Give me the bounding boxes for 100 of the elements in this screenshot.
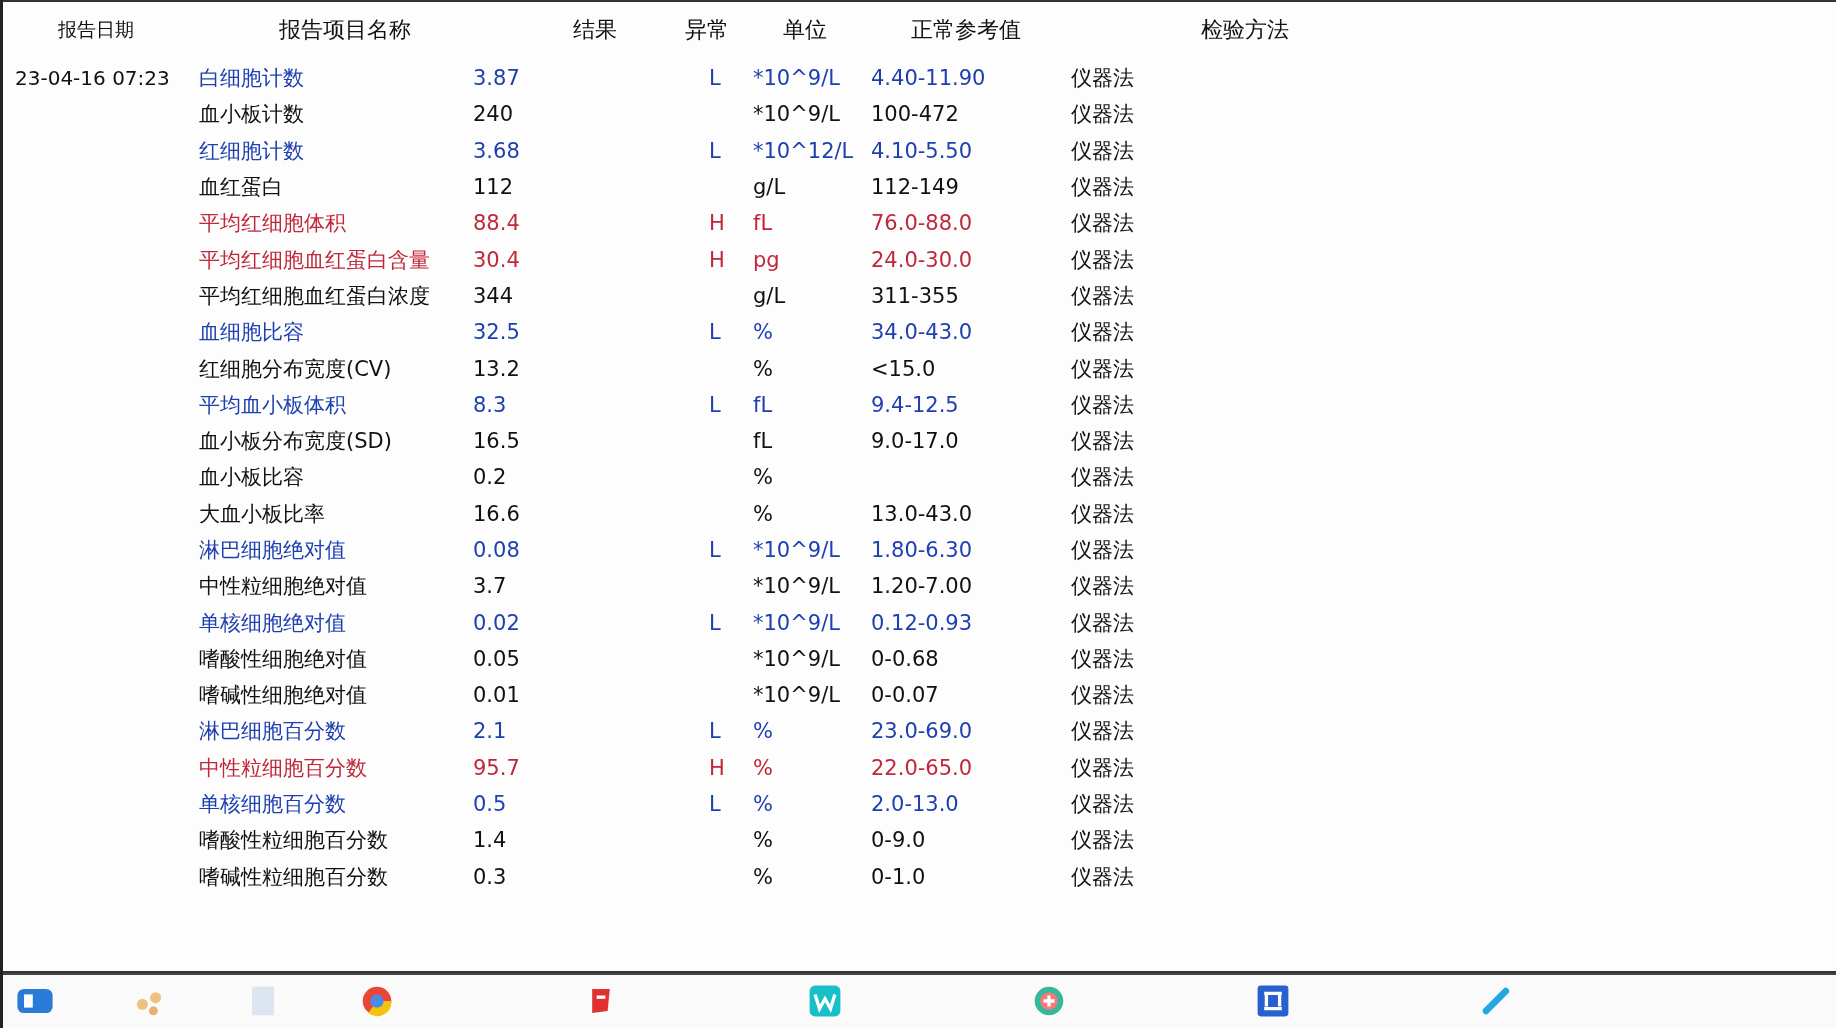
- table-cell: 单核细胞百分数: [199, 792, 346, 817]
- table-cell: 76.0-88.0: [871, 211, 973, 236]
- table-cell: *10^12/L: [753, 138, 854, 163]
- table-cell: 血小板计数: [199, 102, 304, 127]
- table-cell: 仪器法: [1071, 538, 1134, 562]
- table-cell: %: [753, 465, 773, 490]
- table-cell: 4.10-5.50: [871, 138, 973, 163]
- table-cell: 仪器法: [1071, 792, 1134, 817]
- table-cell: 仪器法: [1071, 719, 1134, 744]
- table-cell: 0.05: [473, 646, 520, 671]
- table-cell: 16.6: [473, 501, 520, 526]
- table-cell: 2.1: [473, 719, 507, 744]
- table-cell: 仪器法: [1071, 247, 1134, 272]
- table-cell: 嗜酸性细胞绝对值: [199, 646, 367, 671]
- table-cell: <15.0: [871, 356, 936, 381]
- table-cell: 中性粒细胞百分数: [199, 755, 367, 780]
- table-cell: 112-149: [871, 175, 959, 200]
- table-cell: 血细胞比容: [199, 320, 304, 345]
- table-cell: *10^9/L: [753, 646, 840, 671]
- table-cell: %: [753, 755, 773, 780]
- table-cell: 单核细胞绝对值: [199, 610, 346, 635]
- table-cell: 血红蛋白: [199, 175, 283, 200]
- column-header: 异常: [685, 16, 729, 44]
- table-cell: 112: [473, 175, 514, 200]
- table-cell: 9.0-17.0: [871, 429, 959, 454]
- table-cell: 0.2: [473, 465, 507, 490]
- table-cell: 24.0-30.0: [871, 247, 973, 272]
- table-cell: 311-355: [871, 283, 959, 308]
- table-cell: 仪器法: [1071, 66, 1134, 91]
- table-cell: 仪器法: [1071, 683, 1134, 708]
- table-cell-text: 23-04-16 07:23: [14, 66, 170, 91]
- table-cell: L: [709, 320, 721, 345]
- table-cell: 淋巴细胞绝对值: [199, 538, 346, 562]
- table-cell: 平均红细胞体积: [199, 211, 346, 236]
- column-header: 检验方法: [1200, 16, 1289, 44]
- table-cell: 平均血小板体积: [199, 392, 346, 417]
- table-cell: *10^9/L: [753, 102, 840, 127]
- table-cell: 88.4: [473, 211, 520, 236]
- table-cell: %: [753, 501, 773, 526]
- table-cell: H: [709, 247, 725, 272]
- table-cell: 0.08: [473, 538, 520, 562]
- table-cell: L: [709, 719, 721, 744]
- table-cell: g/L: [753, 175, 786, 200]
- table-cell: 1.20-7.00: [871, 574, 973, 599]
- table-cell: 仪器法: [1071, 320, 1134, 345]
- table-cell: %: [753, 828, 773, 853]
- table-cell: fL: [753, 429, 773, 454]
- table-cell: *10^9/L: [753, 610, 840, 635]
- table-cell: 血小板分布宽度(SD): [199, 429, 392, 454]
- table-cell: *10^9/L: [753, 66, 840, 91]
- table-cell: 淋巴细胞百分数: [199, 719, 346, 744]
- table-cell: L: [709, 66, 721, 91]
- table-cell: 仪器法: [1071, 610, 1134, 635]
- table-cell: %: [753, 792, 773, 817]
- table-cell: 0-0.07: [871, 683, 939, 708]
- table-cell: 仪器法: [1071, 283, 1134, 308]
- table-cell: 大血小板比率: [199, 501, 325, 526]
- table-cell: 3.87: [473, 66, 520, 91]
- table-cell: *10^9/L: [753, 538, 840, 562]
- table-cell: %: [753, 320, 773, 345]
- table-cell: 3.7: [473, 574, 507, 599]
- table-cell: 95.7: [473, 755, 520, 780]
- table-cell: 9.4-12.5: [871, 392, 959, 417]
- table-cell: 仪器法: [1071, 501, 1134, 526]
- table-cell: 嗜碱性细胞绝对值: [199, 683, 367, 708]
- column-header: 报告日期: [57, 17, 134, 42]
- table-cell: fL: [753, 211, 773, 236]
- table-cell: H: [709, 211, 725, 236]
- table-cell: %: [753, 864, 773, 889]
- table-cell: *10^9/L: [753, 574, 840, 599]
- table-cell: 100-472: [871, 102, 959, 127]
- table-cell: 34.0-43.0: [871, 320, 973, 345]
- table-cell: 红细胞计数: [199, 138, 304, 163]
- table-cell: %: [753, 719, 773, 744]
- table-cell: 0-9.0: [871, 828, 926, 853]
- table-cell: %: [753, 356, 773, 381]
- table-cell: 3.68: [473, 138, 520, 163]
- table-cell: 仪器法: [1071, 356, 1134, 381]
- table-cell: *10^9/L: [753, 683, 840, 708]
- table-cell: 仪器法: [1071, 429, 1134, 454]
- table-cell: 血小板比容: [199, 465, 304, 490]
- table-cell: L: [709, 392, 721, 417]
- table-cell: H: [709, 755, 725, 780]
- table-cell: 2.0-13.0: [871, 792, 959, 817]
- table-cell: 嗜酸性粒细胞百分数: [199, 828, 388, 853]
- column-header: 正常参考值: [910, 16, 1021, 44]
- table-cell: 仪器法: [1071, 102, 1134, 127]
- table-cell: fL: [753, 392, 773, 417]
- column-header: 结果: [572, 16, 617, 44]
- table-cell: 13.2: [473, 356, 520, 381]
- table-cell: 23.0-69.0: [871, 719, 973, 744]
- table-cell: 344: [473, 283, 514, 308]
- table-cell: L: [709, 138, 721, 163]
- table-cell: 仪器法: [1071, 646, 1134, 671]
- table-cell: 22.0-65.0: [871, 755, 973, 780]
- table-cell: 仪器法: [1071, 864, 1134, 889]
- column-header: 单位: [782, 16, 827, 44]
- table-cell: 平均红细胞血红蛋白浓度: [199, 283, 430, 308]
- table-cell: g/L: [753, 283, 786, 308]
- table-cell: 仪器法: [1071, 828, 1134, 853]
